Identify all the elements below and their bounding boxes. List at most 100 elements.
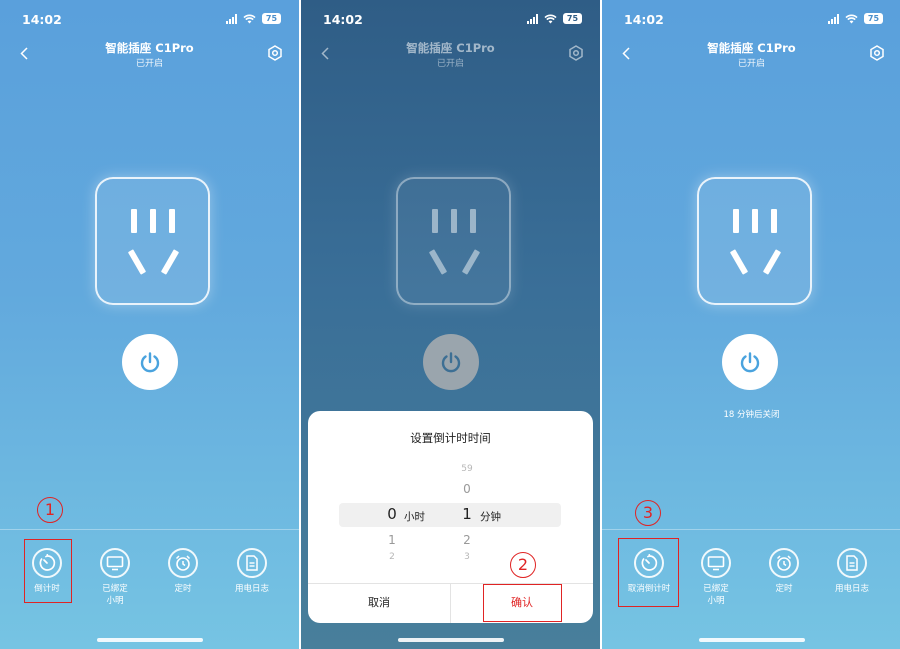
annotation-step-3: 3 <box>635 500 661 526</box>
socket-slot <box>451 209 457 233</box>
nav-bar: 智能插座 C1Pro 已开启 <box>301 38 600 72</box>
cellular-signal-icon <box>527 13 538 24</box>
alarm-clock-icon <box>175 555 191 571</box>
socket-slot <box>169 209 175 233</box>
minutes-selected[interactable]: 1 <box>457 505 477 523</box>
home-indicator <box>698 638 805 642</box>
socket-slot <box>752 209 758 233</box>
socket-illustration <box>95 177 210 305</box>
status-bar: 14:02 75 <box>0 10 299 30</box>
socket-slot <box>127 249 147 275</box>
status-time: 14:02 <box>22 12 62 27</box>
power-button <box>423 334 479 390</box>
gear-icon <box>569 45 583 61</box>
divider <box>0 529 299 530</box>
alarm-clock-icon <box>776 555 792 571</box>
annotation-highlight-box <box>483 584 562 622</box>
socket-slot <box>428 249 448 275</box>
status-bar: 14:02 75 <box>602 10 900 30</box>
power-log-label: 用电日志 <box>234 584 269 594</box>
socket-slot <box>733 209 739 233</box>
wifi-icon <box>544 14 557 23</box>
socket-slot <box>131 209 137 233</box>
power-button[interactable] <box>722 334 778 390</box>
divider <box>602 529 900 530</box>
home-indicator <box>397 638 504 642</box>
battery-icon: 75 <box>864 13 883 24</box>
phone-screen-step1: 14:02 75 智能插座 C1Pro 已开启 倒计时 已绑定 小明 定时 用电… <box>0 0 299 649</box>
power-icon <box>740 352 760 373</box>
page-title: 智能插座 C1Pro <box>707 41 796 55</box>
bound-user-button[interactable]: 已绑定 小明 <box>90 548 140 607</box>
settings-button[interactable] <box>566 43 586 63</box>
annotation-step-1: 1 <box>37 497 63 523</box>
schedule-label: 定时 <box>174 584 192 594</box>
hours-option[interactable]: 2 <box>382 552 402 562</box>
document-icon <box>246 555 258 571</box>
status-time: 14:02 <box>323 12 363 27</box>
wifi-icon <box>845 14 858 23</box>
phone-screen-step2: 14:02 75 智能插座 C1Pro 已开启 设置倒计时时间 0 小时 1 2 <box>301 0 600 649</box>
socket-slot <box>150 209 156 233</box>
minutes-unit: 分钟 <box>480 511 501 523</box>
schedule-button[interactable]: 定时 <box>759 548 809 595</box>
wifi-icon <box>243 14 256 23</box>
battery-icon: 75 <box>563 13 582 24</box>
page-title: 智能插座 C1Pro <box>105 41 194 55</box>
annotation-highlight-box <box>618 538 679 607</box>
page-title: 智能插座 C1Pro <box>406 41 495 55</box>
cellular-signal-icon <box>226 13 237 24</box>
nav-bar: 智能插座 C1Pro 已开启 <box>0 38 299 72</box>
power-icon <box>441 352 461 373</box>
hours-unit: 小时 <box>404 511 425 523</box>
device-status-subtitle: 已开启 <box>436 59 464 69</box>
bound-user-button[interactable]: 已绑定 小明 <box>691 548 741 607</box>
bound-label: 已绑定 小明 <box>102 584 128 606</box>
battery-icon: 75 <box>262 13 281 24</box>
socket-slot <box>762 249 782 275</box>
socket-slot <box>771 209 777 233</box>
socket-slot <box>470 209 476 233</box>
minutes-option[interactable]: 59 <box>457 464 477 474</box>
minutes-option[interactable]: 3 <box>457 552 477 562</box>
power-log-button[interactable]: 用电日志 <box>827 548 877 595</box>
schedule-label: 定时 <box>775 584 793 594</box>
bound-label: 已绑定 小明 <box>703 584 729 606</box>
status-bar: 14:02 75 <box>301 10 600 30</box>
home-indicator <box>96 638 203 642</box>
gear-icon <box>268 45 282 61</box>
cellular-signal-icon <box>828 13 839 24</box>
schedule-button[interactable]: 定时 <box>158 548 208 595</box>
power-log-button[interactable]: 用电日志 <box>227 548 277 595</box>
document-icon <box>846 555 858 571</box>
settings-button[interactable] <box>867 43 887 63</box>
gear-icon <box>870 45 884 61</box>
socket-illustration <box>697 177 812 305</box>
minutes-option[interactable]: 0 <box>457 482 477 496</box>
monitor-icon <box>106 556 124 571</box>
device-status-subtitle: 已开启 <box>135 59 163 69</box>
minutes-option[interactable]: 2 <box>457 533 477 547</box>
socket-illustration <box>396 177 511 305</box>
picker-selection-band <box>339 503 561 527</box>
socket-slot <box>729 249 749 275</box>
dialog-title: 设置倒计时时间 <box>410 431 491 445</box>
socket-slot <box>432 209 438 233</box>
hours-selected[interactable]: 0 <box>382 505 402 523</box>
settings-button[interactable] <box>265 43 285 63</box>
countdown-status-text: 18 分钟后关闭 <box>723 410 780 420</box>
socket-slot <box>160 249 180 275</box>
device-status-subtitle: 已开启 <box>737 59 765 69</box>
power-button[interactable] <box>122 334 178 390</box>
annotation-step-2: 2 <box>510 552 536 578</box>
cancel-button[interactable]: 取消 <box>308 583 450 623</box>
monitor-icon <box>707 556 725 571</box>
socket-slot <box>461 249 481 275</box>
annotation-highlight-box <box>24 539 72 603</box>
status-time: 14:02 <box>624 12 664 27</box>
power-log-label: 用电日志 <box>834 584 869 594</box>
nav-bar: 智能插座 C1Pro 已开启 <box>602 38 900 72</box>
phone-screen-step3: 14:02 75 智能插座 C1Pro 已开启 18 分钟后关闭 取消倒计时 已… <box>602 0 900 649</box>
power-icon <box>140 352 160 373</box>
hours-option[interactable]: 1 <box>382 533 402 547</box>
